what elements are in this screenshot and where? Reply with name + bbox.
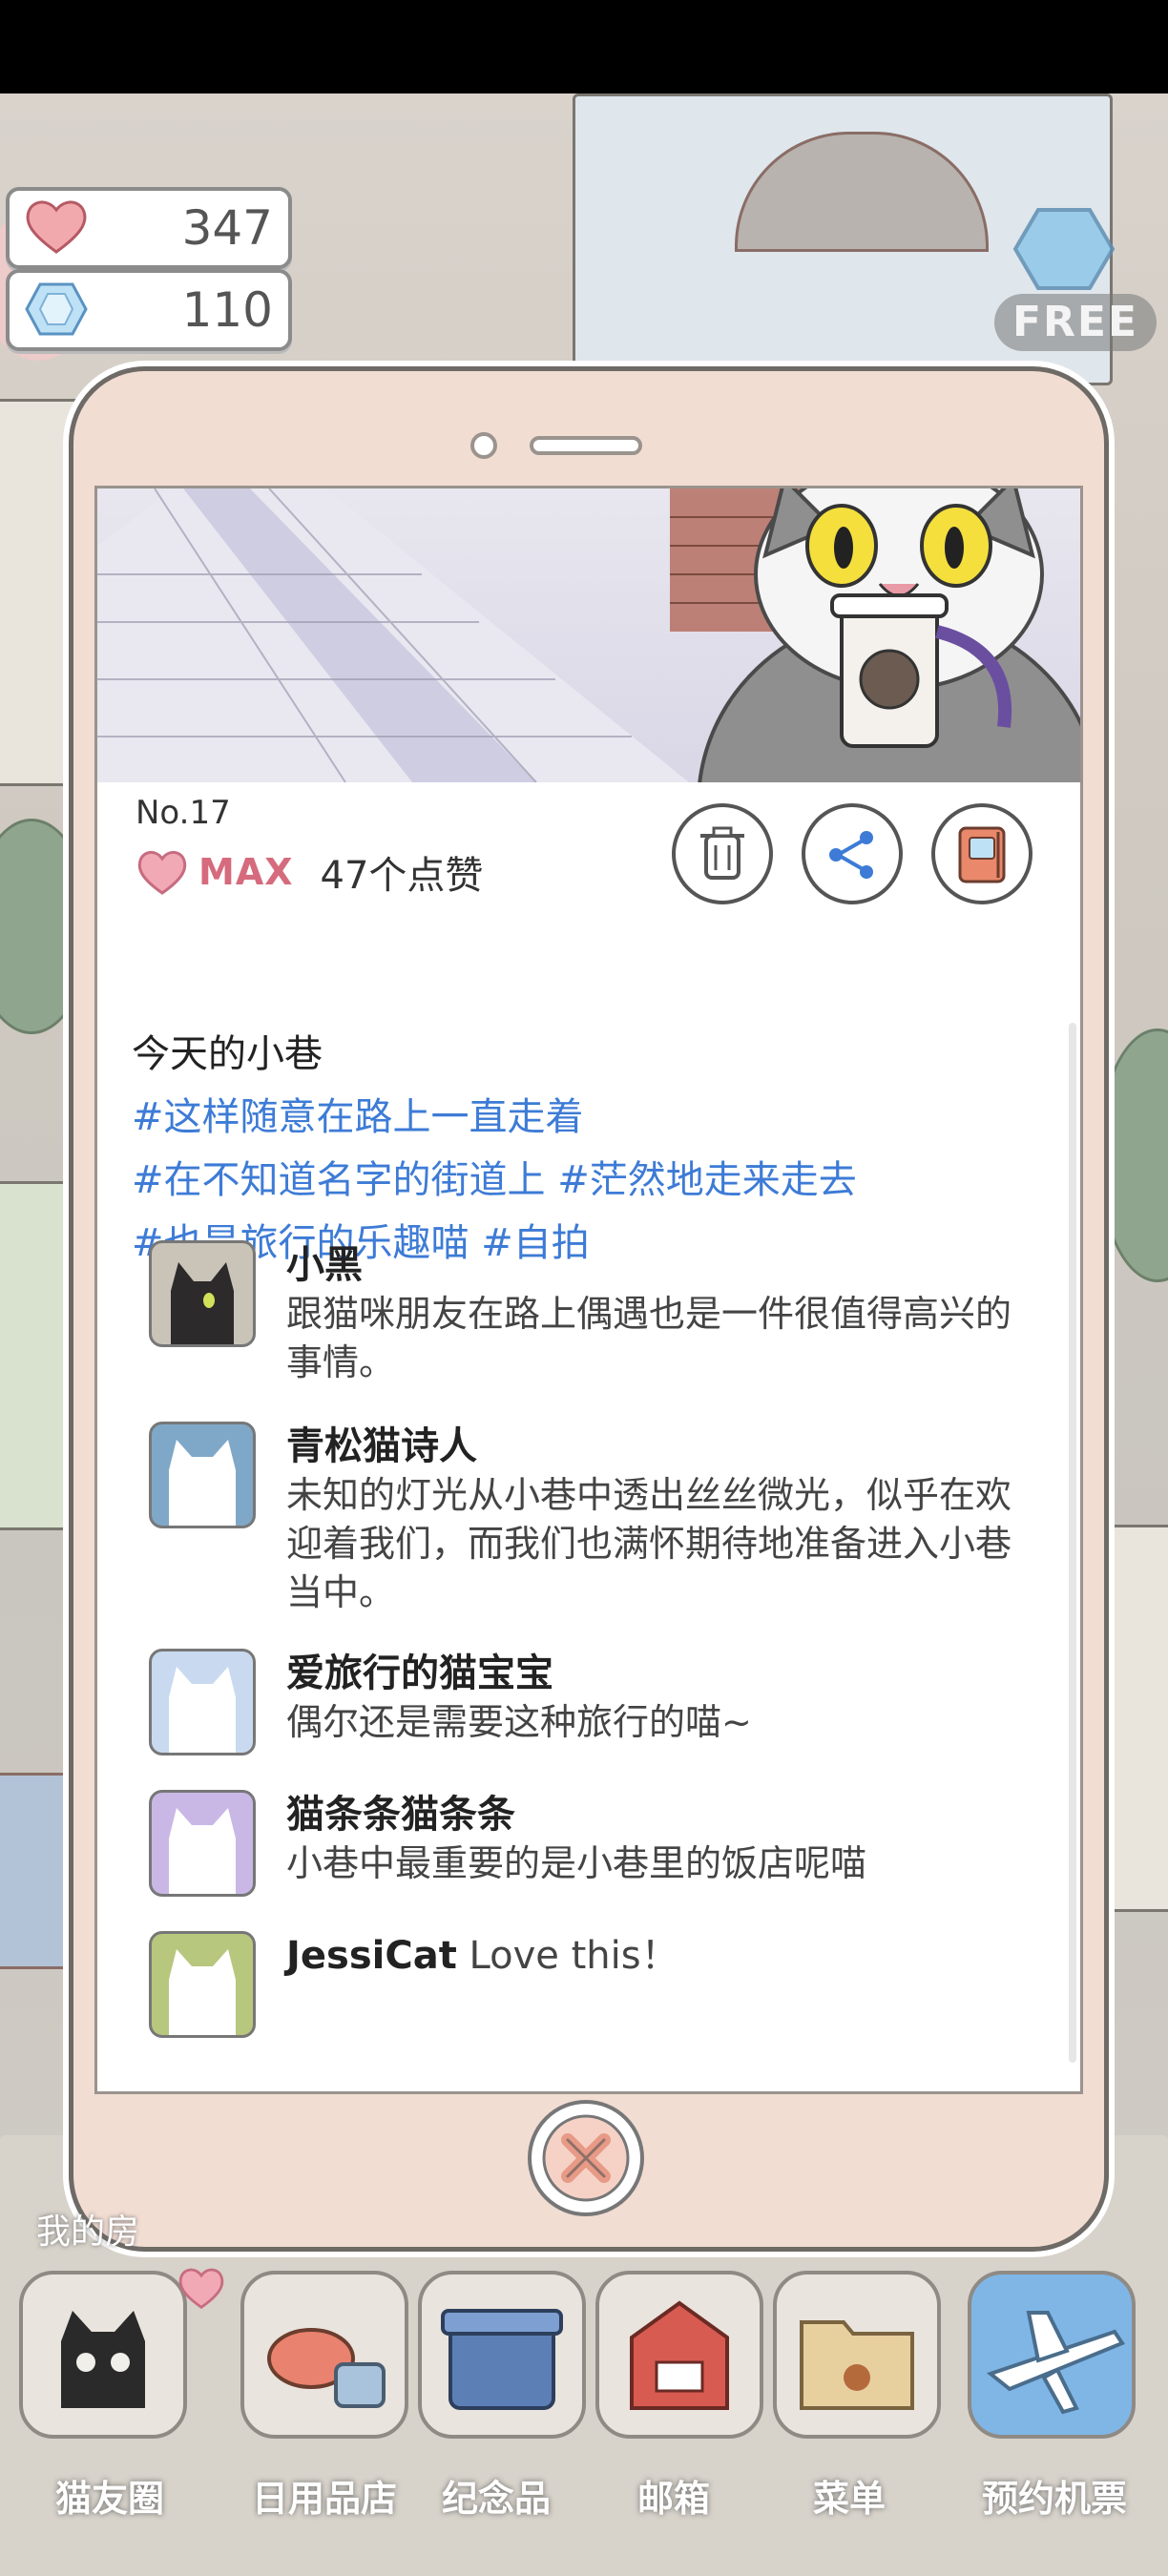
gem-icon — [25, 282, 88, 336]
nav-label-mailbox: 邮箱 — [636, 2478, 710, 2520]
share-button[interactable] — [802, 803, 903, 904]
nav-label-cat-friends: 猫友圈 — [54, 2478, 164, 2520]
avatar[interactable] — [149, 1931, 256, 2038]
daily-store-icon — [240, 2271, 408, 2439]
post-phone-card: No.17 MAX 47个点赞 今天的小巷 #这样随意在路上一直走着 #在不知道… — [69, 366, 1109, 2252]
comment-item: JessiCat Love this！ — [149, 1931, 1008, 2055]
heart-icon — [26, 200, 87, 254]
mailbox-icon — [595, 2271, 763, 2439]
gems-counter: 110 — [6, 269, 292, 351]
post-content: 今天的小巷 #这样随意在路上一直走着 #在不知道名字的街道上 #茫然地走来走去 … — [132, 1023, 1048, 1275]
status-bar — [0, 0, 1168, 93]
post-photo — [97, 488, 1080, 782]
black-cat-avatar-icon — [171, 1262, 234, 1344]
share-icon — [829, 831, 873, 879]
like-status: MAX 47个点赞 — [136, 843, 483, 901]
post-panel: No.17 MAX 47个点赞 今天的小巷 #这样随意在路上一直走着 #在不知道… — [94, 486, 1083, 2094]
avatar[interactable] — [149, 1790, 256, 1897]
cat-silhouette-icon — [169, 1667, 236, 1753]
scrollbar[interactable] — [1069, 1023, 1076, 2063]
souvenirs-icon — [418, 2271, 586, 2439]
comment-item: 猫条条猫条条 小巷中最重要的是小巷里的饭店呢喵 — [149, 1790, 1008, 1914]
nav-daily-store[interactable] — [235, 2271, 416, 2462]
nav-cat-friends[interactable] — [13, 2268, 224, 2462]
nav-menu[interactable] — [767, 2271, 949, 2462]
trash-icon — [700, 826, 744, 880]
comment-author: JessiCat — [286, 1934, 457, 1978]
free-button[interactable]: FREE — [994, 294, 1157, 351]
cat-silhouette-icon — [169, 1440, 236, 1526]
gem-icon — [1012, 208, 1116, 290]
nav-label-menu: 菜单 — [812, 2478, 886, 2520]
cat-silhouette-icon — [169, 1949, 236, 2035]
comment-author: 猫条条猫条条 — [286, 1793, 515, 1837]
avatar[interactable] — [149, 1240, 256, 1347]
room-label-partial: 我的房 — [36, 2212, 140, 2252]
hashtag-line[interactable]: #这样随意在路上一直走着 — [132, 1086, 1048, 1149]
nav-label-daily-store: 日用品店 — [251, 2478, 397, 2520]
like-count: 47个点赞 — [320, 854, 484, 898]
comment-author: 小黑 — [286, 1243, 363, 1287]
delete-button[interactable] — [672, 803, 773, 904]
hearts-value: 347 — [181, 200, 273, 256]
close-button[interactable] — [528, 2100, 644, 2216]
comment-text: 小巷中最重要的是小巷里的饭店呢喵 — [286, 1842, 867, 1884]
comment-text: 未知的灯光从小巷中透出丝丝微光，似乎在欢迎着我们，而我们也满怀期待地准备进入小巷… — [286, 1474, 1012, 1613]
comment-line: JessiCat Love this！ — [286, 1931, 679, 1981]
phone-speaker — [530, 436, 642, 455]
nav-label-book-flight: 预约机票 — [981, 2478, 1127, 2520]
post-number: No.17 — [136, 794, 231, 832]
heart-icon — [137, 851, 187, 895]
avatar[interactable] — [149, 1649, 256, 1755]
album-button[interactable] — [931, 803, 1032, 904]
cat-silhouette-icon — [169, 1808, 236, 1894]
nav-souvenirs[interactable] — [412, 2271, 594, 2462]
airplane-icon — [968, 2271, 1136, 2439]
comment-author: 青松猫诗人 — [286, 1424, 477, 1468]
phone-camera — [470, 432, 497, 459]
comment-text: 偶尔还是需要这种旅行的喵~ — [286, 1701, 752, 1743]
nav-mailbox[interactable] — [590, 2271, 771, 2462]
comment-text: Love this！ — [469, 1934, 679, 1978]
hashtag-line[interactable]: #在不知道名字的街道上 #茫然地走来走去 — [132, 1149, 1048, 1212]
like-level: MAX — [198, 851, 294, 893]
hearts-counter: 347 — [6, 187, 292, 269]
comment-author: 爱旅行的猫宝宝 — [286, 1652, 553, 1695]
nav-label-souvenirs: 纪念品 — [441, 2478, 551, 2520]
post-title: 今天的小巷 — [132, 1032, 323, 1076]
menu-folder-icon — [773, 2271, 941, 2439]
nav-book-flight[interactable] — [962, 2271, 1143, 2462]
cat-friends-icon — [19, 2271, 187, 2439]
gems-value: 110 — [181, 282, 273, 338]
close-icon — [542, 2114, 630, 2202]
comment-item: 小黑 跟猫咪朋友在路上偶遇也是一件很值得高兴的事情。 — [149, 1240, 1012, 1393]
album-icon — [958, 826, 1006, 883]
comment-item: 爱旅行的猫宝宝 偶尔还是需要这种旅行的喵~ — [149, 1649, 1008, 1773]
avatar[interactable] — [149, 1422, 256, 1528]
comment-item: 青松猫诗人 未知的灯光从小巷中透出丝丝微光，似乎在欢迎着我们，而我们也满怀期待地… — [149, 1422, 1012, 1622]
heart-icon — [178, 2268, 224, 2309]
comment-text: 跟猫咪朋友在路上偶遇也是一件很值得高兴的事情。 — [286, 1293, 1012, 1383]
